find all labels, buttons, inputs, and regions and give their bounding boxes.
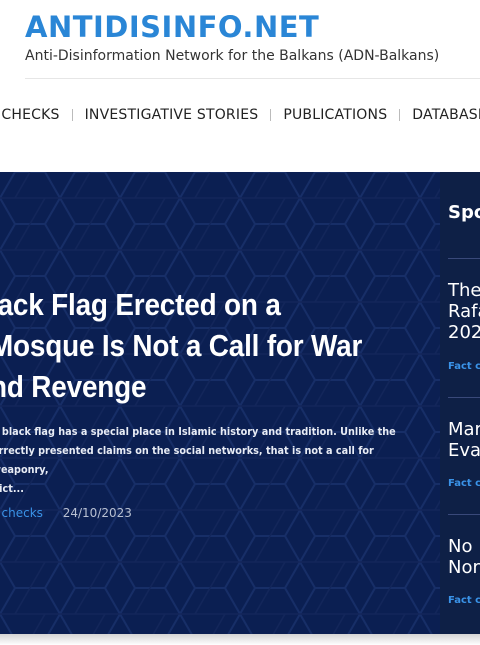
sidebar-panel: Spo The Rafa 202 Fact ch Mar Eva Fact ch… xyxy=(440,172,480,634)
sidebar-article-title[interactable]: The Rafa 202 xyxy=(448,280,480,343)
sidebar-title-line: Rafa xyxy=(448,301,480,322)
sidebar-divider xyxy=(448,258,480,259)
excerpt-line: orrectly presented claims on the social … xyxy=(0,444,374,476)
nav-separator xyxy=(270,109,272,121)
sidebar-article-title[interactable]: Mar Eva xyxy=(448,419,480,461)
title-line: lack Flag Erected on a xyxy=(0,287,281,322)
sidebar-title-line: Eva xyxy=(448,440,480,461)
sidebar-divider xyxy=(448,397,480,398)
sidebar-article-title[interactable]: No Nor xyxy=(448,536,480,578)
sidebar-title-line: 202 xyxy=(448,322,480,343)
nav-separator xyxy=(399,109,401,121)
nav-item-investigative-stories[interactable]: INVESTIGATIVE STORIES xyxy=(85,107,259,123)
sidebar-category-link[interactable]: Fact ch xyxy=(448,361,480,372)
site-subtitle: Anti-Disinformation Network for the Balk… xyxy=(25,48,440,64)
page: ANTIDISINFO.NET Anti-Disinformation Netw… xyxy=(0,0,480,645)
sidebar-category-link[interactable]: Fact ch xyxy=(448,595,480,606)
sidebar-title-line: The xyxy=(448,280,480,301)
title-line: nd Revenge xyxy=(0,369,147,404)
publish-date: 24/10/2023 xyxy=(62,506,132,520)
nav-item-fact-checks[interactable]: T CHECKS xyxy=(0,107,60,123)
featured-article-excerpt: e black flag has a special place in Isla… xyxy=(0,422,406,498)
nav-item-publications[interactable]: PUBLICATIONS xyxy=(283,107,387,123)
sidebar-heading: Spo xyxy=(448,202,480,223)
nav-item-database[interactable]: DATABASE xyxy=(412,107,480,123)
site-logo-title[interactable]: ANTIDISINFO.NET xyxy=(25,10,319,44)
title-line: Mosque Is Not a Call for War xyxy=(0,328,363,363)
category-link[interactable]: t checks xyxy=(0,506,43,520)
featured-article-title[interactable]: lack Flag Erected on a Mosque Is Not a C… xyxy=(0,284,386,407)
sidebar-title-line: Mar xyxy=(448,419,480,440)
excerpt-line: e black flag has a special place in Isla… xyxy=(0,425,396,438)
page-bottom-shadow xyxy=(0,634,480,645)
sidebar-title-line: Nor xyxy=(448,557,480,578)
sidebar-category-link[interactable]: Fact ch xyxy=(448,478,480,489)
nav-separator xyxy=(71,109,73,121)
header-divider xyxy=(25,78,480,79)
article-meta: t checks 24/10/2023 xyxy=(0,506,132,520)
sidebar-title-line: No xyxy=(448,536,473,557)
featured-article[interactable]: lack Flag Erected on a Mosque Is Not a C… xyxy=(0,172,440,634)
main-navigation: T CHECKS INVESTIGATIVE STORIES PUBLICATI… xyxy=(0,104,480,126)
sidebar-divider xyxy=(448,514,480,515)
excerpt-line: flict... xyxy=(0,482,24,495)
